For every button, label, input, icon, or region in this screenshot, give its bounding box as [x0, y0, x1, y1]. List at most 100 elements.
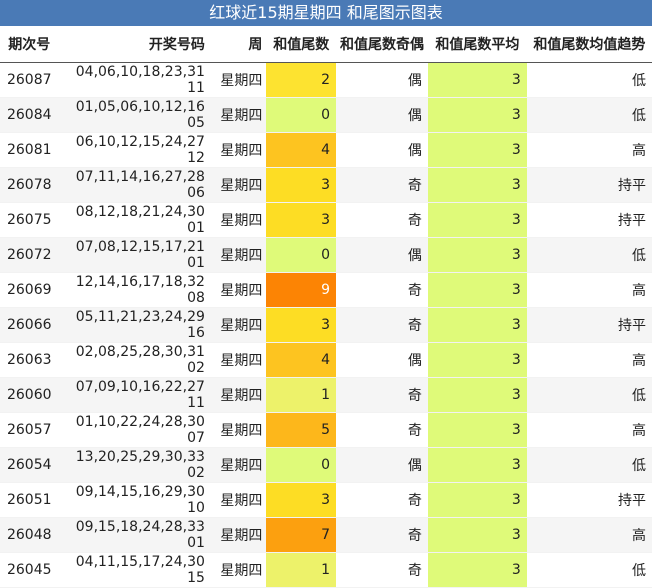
cell-trend: 高: [526, 132, 652, 168]
cell-trend: 低: [526, 552, 652, 588]
cell-tail: 4: [266, 132, 337, 168]
cell-issue: 26081: [0, 132, 59, 168]
cell-numbers: 07,09,10,16,22,27 11: [58, 377, 208, 413]
cell-weekday: 星期四: [207, 412, 267, 448]
chart-container: 红球近15期星期四 和尾图示图表 期次号 开奖号码 周 和值尾数 和值尾数奇偶 …: [0, 0, 652, 588]
cell-numbers: 06,10,12,15,24,27 12: [58, 132, 208, 168]
cell-trend: 持平: [526, 202, 652, 238]
cell-issue: 26048: [0, 517, 59, 553]
cell-weekday: 星期四: [207, 237, 267, 273]
cell-avg: 3: [427, 202, 527, 238]
table-row: 26057 01,10,22,24,28,30 07 星期四 5 奇 3 高: [0, 412, 652, 448]
cell-weekday: 星期四: [207, 97, 267, 133]
cell-tail: 4: [266, 342, 337, 378]
cell-numbers: 04,11,15,17,24,30 15: [58, 552, 208, 588]
table-row: 26078 07,11,14,16,27,28 06 星期四 3 奇 3 持平: [0, 167, 652, 203]
cell-numbers: 01,05,06,10,12,16 05: [58, 97, 208, 133]
cell-tail: 3: [266, 167, 337, 203]
cell-avg: 3: [427, 62, 527, 98]
cell-trend: 高: [526, 517, 652, 553]
table-row: 26069 12,14,16,17,18,32 08 星期四 9 奇 3 高: [0, 272, 652, 308]
cell-issue: 26057: [0, 412, 59, 448]
cell-avg: 3: [427, 342, 527, 378]
cell-avg: 3: [427, 517, 527, 553]
cell-issue: 26084: [0, 97, 59, 133]
cell-weekday: 星期四: [207, 377, 267, 413]
cell-parity: 奇: [336, 202, 428, 238]
cell-parity: 奇: [336, 377, 428, 413]
cell-tail: 0: [266, 237, 337, 273]
data-table: 期次号 开奖号码 周 和值尾数 和值尾数奇偶 和值尾数平均 和值尾数均值趋势 2…: [0, 26, 652, 588]
cell-trend: 低: [526, 447, 652, 483]
cell-numbers: 07,11,14,16,27,28 06: [58, 167, 208, 203]
table-row: 26072 07,08,12,15,17,21 01 星期四 0 偶 3 低: [0, 237, 652, 273]
table-row: 26087 04,06,10,18,23,31 11 星期四 2 偶 3 低: [0, 62, 652, 98]
cell-weekday: 星期四: [207, 272, 267, 308]
cell-tail: 1: [266, 377, 337, 413]
cell-issue: 26066: [0, 307, 59, 343]
cell-tail: 0: [266, 447, 337, 483]
cell-numbers: 09,15,18,24,28,33 01: [58, 517, 208, 553]
cell-numbers: 02,08,25,28,30,31 02: [58, 342, 208, 378]
table-row: 26066 05,11,21,23,24,29 16 星期四 3 奇 3 持平: [0, 307, 652, 343]
cell-weekday: 星期四: [207, 342, 267, 378]
cell-avg: 3: [427, 482, 527, 518]
cell-issue: 26063: [0, 342, 59, 378]
cell-trend: 低: [526, 97, 652, 133]
cell-parity: 偶: [336, 237, 428, 273]
cell-trend: 高: [526, 412, 652, 448]
cell-weekday: 星期四: [207, 167, 267, 203]
cell-weekday: 星期四: [207, 132, 267, 168]
cell-trend: 持平: [526, 167, 652, 203]
cell-avg: 3: [427, 132, 527, 168]
cell-avg: 3: [427, 237, 527, 273]
cell-numbers: 08,12,18,21,24,30 01: [58, 202, 208, 238]
cell-parity: 奇: [336, 307, 428, 343]
cell-tail: 5: [266, 412, 337, 448]
cell-numbers: 13,20,25,29,30,33 02: [58, 447, 208, 483]
cell-trend: 持平: [526, 482, 652, 518]
cell-tail: 9: [266, 272, 337, 308]
table-row: 26075 08,12,18,21,24,30 01 星期四 3 奇 3 持平: [0, 202, 652, 238]
cell-tail: 3: [266, 307, 337, 343]
cell-numbers: 01,10,22,24,28,30 07: [58, 412, 208, 448]
cell-parity: 偶: [336, 342, 428, 378]
table-row: 26045 04,11,15,17,24,30 15 星期四 1 奇 3 低: [0, 552, 652, 588]
cell-numbers: 05,11,21,23,24,29 16: [58, 307, 208, 343]
cell-issue: 26087: [0, 62, 59, 98]
cell-parity: 偶: [336, 62, 428, 98]
cell-parity: 奇: [336, 482, 428, 518]
cell-trend: 持平: [526, 307, 652, 343]
cell-parity: 奇: [336, 552, 428, 588]
cell-parity: 偶: [336, 97, 428, 133]
cell-avg: 3: [427, 272, 527, 308]
cell-avg: 3: [427, 377, 527, 413]
cell-issue: 26060: [0, 377, 59, 413]
header-weekday: 周: [207, 26, 267, 63]
cell-weekday: 星期四: [207, 552, 267, 588]
cell-avg: 3: [427, 412, 527, 448]
cell-issue: 26078: [0, 167, 59, 203]
cell-weekday: 星期四: [207, 517, 267, 553]
table-row: 26060 07,09,10,16,22,27 11 星期四 1 奇 3 低: [0, 377, 652, 413]
table-row: 26048 09,15,18,24,28,33 01 星期四 7 奇 3 高: [0, 517, 652, 553]
cell-numbers: 12,14,16,17,18,32 08: [58, 272, 208, 308]
cell-avg: 3: [427, 447, 527, 483]
table-row: 26054 13,20,25,29,30,33 02 星期四 0 偶 3 低: [0, 447, 652, 483]
table-row: 26084 01,05,06,10,12,16 05 星期四 0 偶 3 低: [0, 97, 652, 133]
cell-weekday: 星期四: [207, 482, 267, 518]
cell-trend: 高: [526, 342, 652, 378]
cell-parity: 偶: [336, 132, 428, 168]
cell-trend: 低: [526, 62, 652, 98]
cell-numbers: 04,06,10,18,23,31 11: [58, 62, 208, 98]
header-tail: 和值尾数: [266, 26, 337, 63]
cell-tail: 7: [266, 517, 337, 553]
cell-tail: 1: [266, 552, 337, 588]
cell-avg: 3: [427, 97, 527, 133]
header-numbers: 开奖号码: [58, 26, 208, 63]
cell-tail: 2: [266, 62, 337, 98]
cell-trend: 低: [526, 377, 652, 413]
header-parity: 和值尾数奇偶: [336, 26, 428, 63]
cell-trend: 低: [526, 237, 652, 273]
cell-numbers: 09,14,15,16,29,30 10: [58, 482, 208, 518]
